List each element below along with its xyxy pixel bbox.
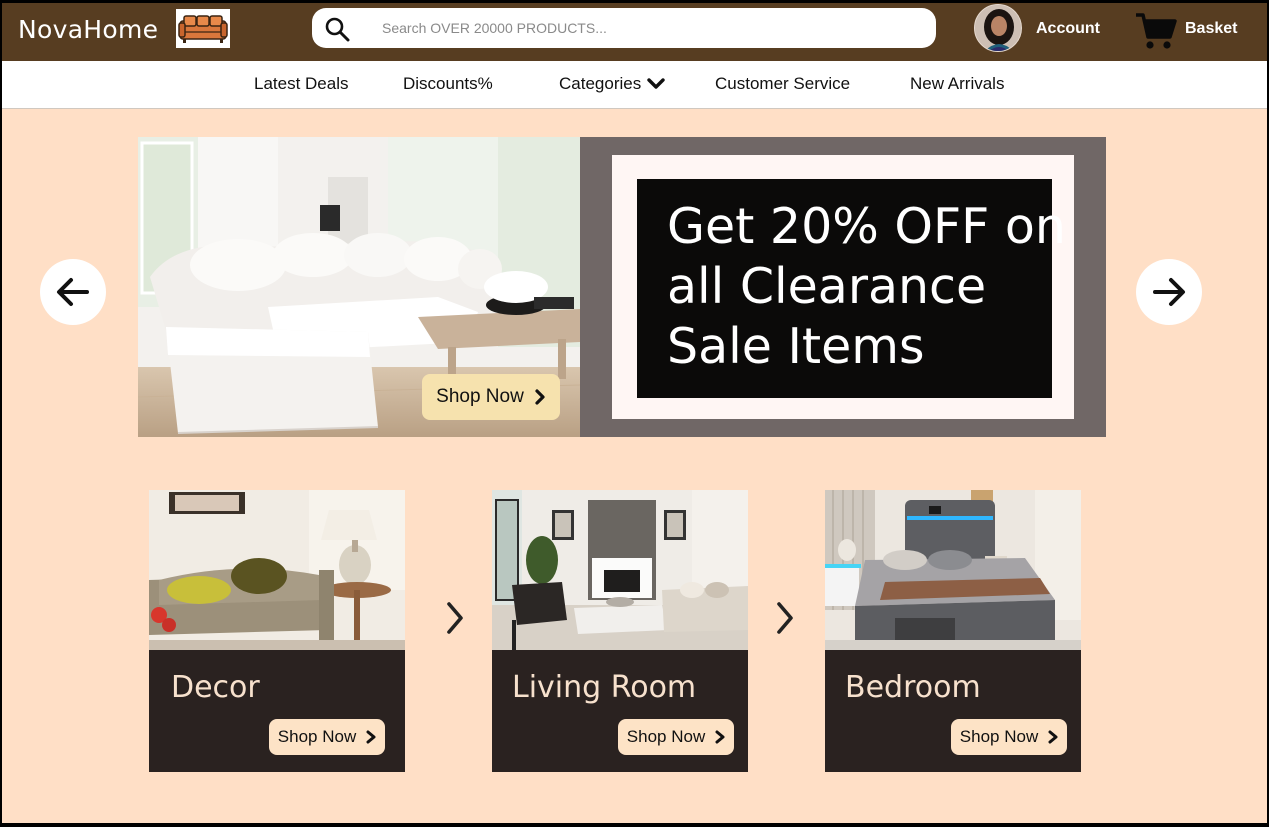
nav-label: Categories (559, 74, 642, 93)
page-frame: NovaHome Search OVER 20000 PRODUCTS... A… (2, 3, 1267, 823)
bedroom-image (825, 490, 1081, 650)
category-card-bedroom[interactable]: Bedroom Shop Now (825, 490, 1081, 772)
chevron-right-icon[interactable] (773, 598, 797, 638)
button-label: Shop Now (277, 727, 357, 746)
chevron-right-icon (1048, 730, 1058, 744)
bedroom-shop-now-button[interactable]: Shop Now (951, 719, 1067, 755)
basket-link[interactable]: Basket (1185, 20, 1237, 38)
chevron-right-icon (366, 730, 376, 744)
living-room-image (492, 490, 748, 650)
main-nav: Latest Deals Discounts% Categories Custo… (2, 61, 1267, 109)
arrow-right-icon (1153, 278, 1185, 306)
decor-shop-now-button[interactable]: Shop Now (269, 719, 385, 755)
button-label: Shop Now (959, 727, 1039, 746)
promo-headline: Get 20% OFF on all Clearance Sale Items (667, 198, 1066, 375)
carousel-next-button[interactable] (1136, 259, 1202, 325)
nav-categories[interactable]: Categories (559, 74, 665, 94)
nav-label: New Arrivals (910, 74, 1005, 93)
promo-frame: Get 20% OFF on all Clearance Sale Items (612, 155, 1074, 419)
promo-box: Get 20% OFF on all Clearance Sale Items (637, 179, 1066, 398)
avatar[interactable] (974, 4, 1022, 52)
search-icon[interactable] (324, 16, 350, 42)
nav-label: Customer Service (715, 74, 851, 93)
hero-banner: Get 20% OFF on all Clearance Sale Items … (138, 137, 1106, 437)
arrow-left-icon (57, 278, 89, 306)
nav-discounts[interactable]: Discounts% (403, 74, 493, 94)
chevron-right-icon (715, 730, 725, 744)
chevron-down-icon (647, 78, 665, 89)
nav-label: Latest Deals (254, 74, 349, 93)
carousel-prev-button[interactable] (40, 259, 106, 325)
search-input[interactable] (382, 14, 902, 42)
nav-label: Discounts% (403, 74, 493, 93)
nav-customer-service[interactable]: Customer Service (715, 74, 850, 94)
cart-icon[interactable] (1134, 11, 1178, 51)
promo-panel: Get 20% OFF on all Clearance Sale Items (580, 137, 1106, 437)
chevron-right-icon[interactable] (443, 598, 467, 638)
card-title: Decor (171, 670, 260, 705)
account-link[interactable]: Account (1036, 20, 1100, 38)
nav-latest-deals[interactable]: Latest Deals (254, 74, 349, 94)
card-title: Living Room (512, 670, 697, 705)
logo-text[interactable]: NovaHome (18, 15, 158, 44)
button-label: Shop Now (436, 386, 524, 407)
card-title: Bedroom (845, 670, 981, 705)
search-bar (312, 8, 936, 48)
category-card-decor[interactable]: Decor Shop Now (149, 490, 405, 772)
chevron-right-icon (535, 389, 545, 405)
top-bar: NovaHome Search OVER 20000 PRODUCTS... A… (2, 3, 1267, 61)
category-card-living-room[interactable]: Living Room Shop Now (492, 490, 748, 772)
living-room-shop-now-button[interactable]: Shop Now (618, 719, 734, 755)
hero-shop-now-button[interactable]: Shop Now (422, 374, 560, 420)
sofa-icon[interactable] (176, 9, 230, 48)
decor-image (149, 490, 405, 650)
button-label: Shop Now (626, 727, 706, 746)
nav-new-arrivals[interactable]: New Arrivals (910, 74, 1004, 94)
